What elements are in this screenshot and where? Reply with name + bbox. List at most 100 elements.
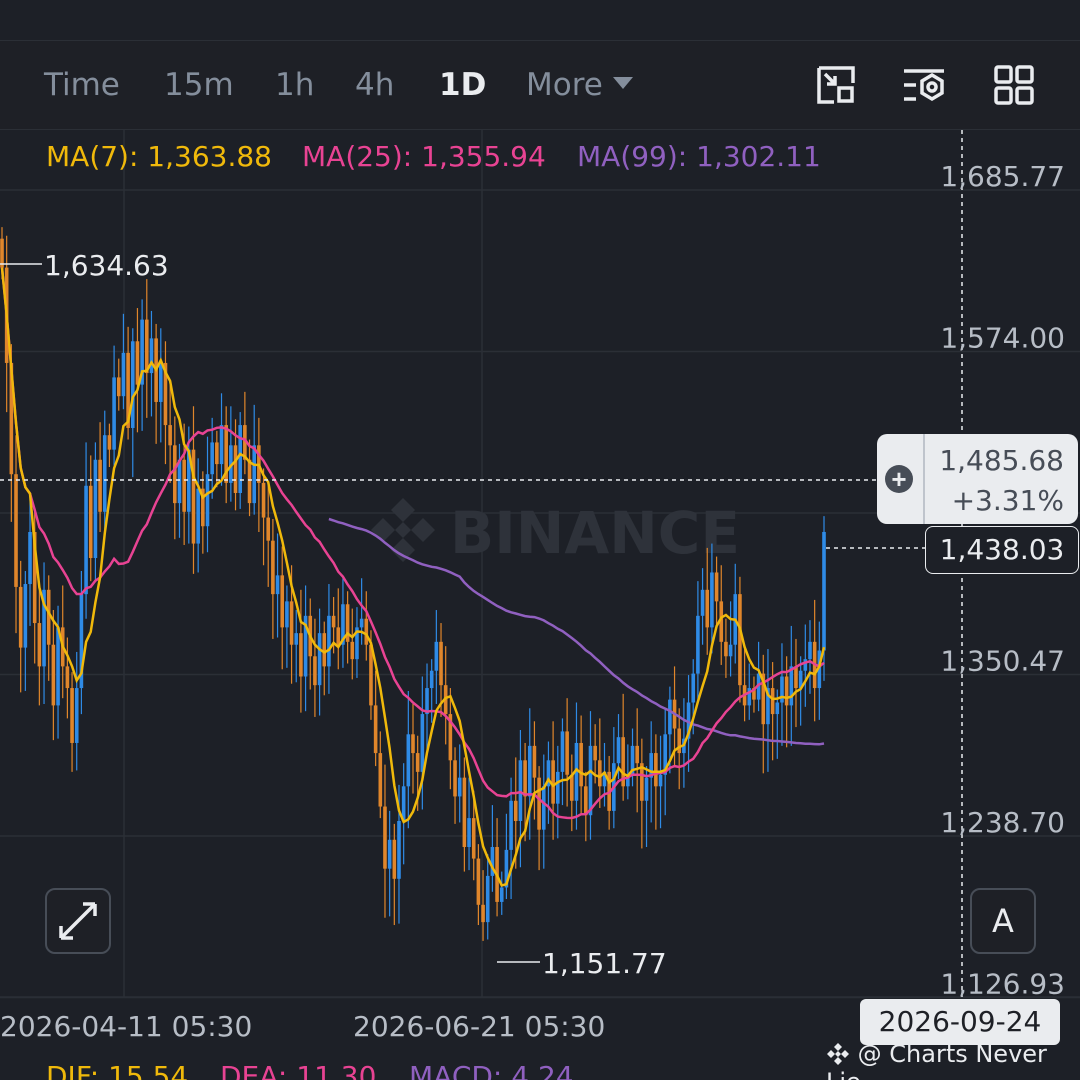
expand-chart-button[interactable] [45, 888, 111, 954]
candle-down [812, 599, 817, 722]
candle-down [313, 618, 317, 717]
candle-body [149, 338, 154, 374]
candle-down [144, 279, 149, 418]
candle-body [406, 734, 411, 787]
chart-screen: Time 15m 1h 4h 1D More BINANCE 1,685.77 … [0, 0, 1080, 1080]
candle-down [476, 844, 481, 926]
candle-up [303, 585, 308, 712]
candle-body [471, 818, 476, 859]
candle-body [728, 644, 733, 657]
candle-body [327, 615, 331, 667]
candle-body [668, 699, 672, 735]
auto-scale-button[interactable]: A [970, 888, 1036, 954]
candle-body [378, 753, 383, 807]
candle-body [579, 742, 583, 787]
candle-down [243, 391, 247, 475]
candle-body [102, 435, 107, 512]
candle-down [135, 308, 140, 433]
candle-body [65, 666, 70, 689]
candle-body [252, 445, 257, 504]
candle-up [23, 571, 28, 691]
candle-body [93, 459, 98, 559]
candle-body [714, 572, 719, 602]
candle-body [738, 594, 742, 686]
candle-body [705, 589, 710, 628]
crosshair-change: +3.31% [951, 484, 1064, 517]
candle-up [541, 754, 546, 869]
candle-body [822, 531, 826, 651]
candle-body [23, 584, 28, 648]
candle-up [658, 735, 663, 829]
candle-up [490, 805, 495, 892]
candle-up [341, 578, 345, 668]
candle-down [247, 439, 252, 517]
high-label: 1,634.63 [44, 249, 169, 282]
candle-body [593, 745, 597, 761]
candle-down [215, 430, 219, 488]
candle-down [168, 383, 172, 483]
crosshair-price-tag[interactable]: + 1,485.68 +3.31% [877, 434, 1078, 524]
candle-up [219, 393, 224, 486]
candle-up [434, 610, 439, 704]
candle-up [626, 744, 630, 800]
candle-body [88, 485, 93, 559]
candle-up [158, 328, 163, 443]
candle-down [37, 582, 42, 706]
candle-down [163, 341, 168, 465]
candle-down [532, 721, 537, 820]
candle-down [752, 676, 756, 713]
candle-up [317, 608, 322, 716]
candle-down [266, 482, 271, 587]
candle-body [635, 745, 639, 764]
candle-down [719, 565, 724, 665]
candle-body [51, 644, 56, 706]
candle-down [257, 417, 261, 533]
candle-down [392, 823, 397, 926]
candle-down [640, 738, 644, 849]
candle-up [766, 649, 770, 772]
candle-up [780, 643, 784, 746]
candle-up [140, 299, 144, 431]
candle-body [770, 688, 775, 715]
candle-body [696, 615, 700, 674]
candle-body [107, 435, 112, 450]
candle-body [364, 618, 369, 645]
candle-body [135, 341, 140, 385]
candle-body [541, 786, 546, 830]
candle-body [130, 341, 135, 428]
price-tick-label: 1,238.70 [940, 806, 1065, 839]
high-annotation: 1,634.63 [0, 249, 169, 282]
candle-up [406, 690, 411, 829]
candle-down [201, 471, 205, 554]
candle-body [350, 641, 355, 660]
candle-body [710, 572, 714, 628]
candle-down [88, 455, 93, 582]
candle-body [658, 774, 663, 787]
candle-body [247, 459, 252, 504]
candle-body [18, 586, 23, 648]
candle-up [504, 813, 509, 900]
candle-down [742, 647, 747, 722]
candle-body [233, 445, 238, 493]
candle-down [584, 771, 588, 842]
candle-body [84, 485, 88, 595]
candle-up [700, 568, 705, 645]
binance-logo-icon [827, 1043, 849, 1065]
candle-down [154, 323, 158, 444]
add-alert-button[interactable]: + [877, 434, 925, 524]
candle-body [794, 666, 798, 689]
candle-body [555, 771, 560, 804]
credit-label: @ Charts Never Lie [826, 1040, 1047, 1080]
macd-dea: DEA: 11.30 [220, 1060, 377, 1080]
candle-up [285, 585, 289, 668]
candle-up [387, 810, 392, 917]
candle-up [93, 442, 98, 580]
candle-body [14, 474, 18, 587]
candle-down [173, 416, 177, 540]
candle-down [191, 406, 196, 574]
candle-up [112, 345, 116, 466]
candle-up [238, 412, 242, 509]
candle-down [299, 589, 303, 713]
candle-up [294, 610, 299, 683]
candle-body [775, 702, 780, 715]
